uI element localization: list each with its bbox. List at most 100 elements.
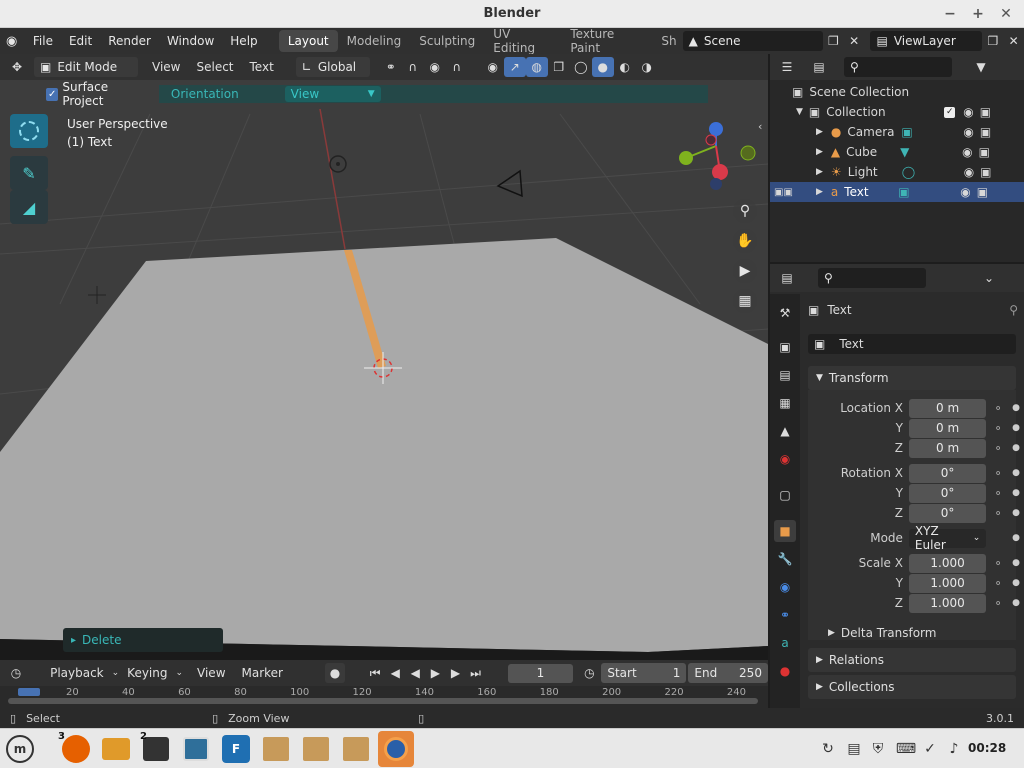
menu-keying[interactable]: Keying: [119, 666, 175, 680]
constraints-tab-icon[interactable]: ⚭: [774, 604, 796, 626]
delete-scene-icon[interactable]: ✕: [844, 31, 865, 51]
tab-shading[interactable]: Sh: [652, 30, 678, 52]
lock-icon[interactable]: ⚬: [990, 467, 1006, 480]
camera-render-icon[interactable]: ▣: [980, 105, 991, 119]
outliner-collection[interactable]: ▼ ▣ Collection ✓ ◉ ▣: [770, 102, 1024, 122]
play-reverse-icon[interactable]: ◀: [405, 663, 425, 683]
terminal-icon[interactable]: 2: [138, 731, 174, 767]
scale-x-field[interactable]: 1.000: [908, 553, 987, 573]
output-tab-icon[interactable]: ▤: [774, 364, 796, 386]
pivot-icon[interactable]: ⚭: [380, 57, 402, 77]
solid-shading-icon[interactable]: ●: [591, 57, 614, 77]
playhead-indicator[interactable]: [18, 688, 40, 696]
proportional-edit-icon[interactable]: ◉: [424, 57, 446, 77]
current-frame-field[interactable]: 1: [507, 663, 574, 683]
xray-icon[interactable]: ❐: [548, 57, 570, 77]
keyframe-dot-icon[interactable]: ●: [1012, 578, 1020, 588]
clipboard-icon[interactable]: ▤: [844, 739, 864, 759]
orientation-dropdown[interactable]: View ▼: [284, 86, 381, 102]
camera-render-icon[interactable]: ▣: [980, 165, 991, 179]
view-layer-tab-icon[interactable]: ▦: [774, 392, 796, 414]
collections-panel-header[interactable]: ▶ Collections: [808, 675, 1016, 699]
delta-transform-subpanel[interactable]: ▶ Delta Transform: [828, 623, 1008, 643]
lock-icon[interactable]: ⚬: [990, 557, 1006, 570]
package-icon-1[interactable]: [258, 731, 294, 767]
tab-texture-paint[interactable]: Texture Paint: [561, 27, 652, 55]
keyboard-icon[interactable]: ⌨: [896, 739, 916, 759]
ortho-grid-icon[interactable]: ▦: [733, 289, 757, 313]
menu-timeline-view[interactable]: View: [189, 666, 233, 680]
shield-icon[interactable]: ⛨: [868, 739, 888, 759]
wireframe-shading-icon[interactable]: ◯: [570, 57, 592, 77]
pan-hand-icon[interactable]: ✋: [733, 229, 757, 253]
outliner-item-cube[interactable]: ▶ ▲ Cube ▼ ◉ ▣: [770, 142, 1024, 162]
new-scene-icon[interactable]: ❐: [823, 31, 844, 51]
menu-view[interactable]: View: [144, 60, 188, 74]
location-z-field[interactable]: 0 m: [908, 438, 987, 458]
firefox-icon[interactable]: 3: [58, 731, 94, 767]
delete-viewlayer-icon[interactable]: ✕: [1003, 31, 1024, 51]
camera-render-icon[interactable]: ▣: [980, 125, 991, 139]
collection-checkbox[interactable]: ✓: [944, 106, 956, 118]
prev-keyframe-icon[interactable]: ◀: [385, 663, 405, 683]
3d-viewport[interactable]: ✥ ▣ Edit Mode View Select Text ∟ Global …: [0, 54, 768, 708]
lock-icon[interactable]: ⚬: [990, 597, 1006, 610]
blender-task-icon[interactable]: [378, 731, 414, 767]
lock-icon[interactable]: ⚬: [990, 507, 1006, 520]
lock-icon[interactable]: ⚬: [990, 577, 1006, 590]
data-tab-icon[interactable]: a: [774, 632, 796, 654]
camera-render-icon[interactable]: ▣: [979, 145, 990, 159]
package-icon-2[interactable]: [298, 731, 334, 767]
collection-tab-icon[interactable]: ▢: [774, 484, 796, 506]
last-operator-panel[interactable]: ▸ Delete: [63, 628, 223, 652]
timeline-scrollbar[interactable]: [8, 698, 758, 704]
select-box-tool[interactable]: [10, 114, 48, 148]
menu-text[interactable]: Text: [242, 60, 282, 74]
tab-modeling[interactable]: Modeling: [338, 30, 411, 52]
menu-window[interactable]: Window: [159, 34, 222, 48]
next-keyframe-icon[interactable]: ▶: [445, 663, 465, 683]
snap-icon[interactable]: ∩: [402, 57, 424, 77]
outliner-search-input[interactable]: ⚲: [844, 57, 952, 77]
expand-icon[interactable]: ▶: [816, 127, 823, 137]
files-icon[interactable]: [98, 731, 134, 767]
start-menu-icon[interactable]: m: [2, 731, 38, 767]
start-frame-field[interactable]: Start 1: [601, 663, 687, 683]
keyframe-dot-icon[interactable]: ●: [1012, 423, 1020, 433]
display-mode-icon[interactable]: ▤: [808, 57, 830, 77]
update-icon[interactable]: ↻: [818, 739, 838, 759]
zoom-icon[interactable]: ⚲: [733, 199, 757, 223]
keyframe-dot-icon[interactable]: ●: [1012, 468, 1020, 478]
tool-tab-icon[interactable]: ⚒: [774, 302, 796, 324]
transform-orientation-selector[interactable]: ∟ Global: [295, 57, 370, 77]
expand-icon[interactable]: ▶: [816, 147, 823, 157]
camera-render-icon[interactable]: ▣: [977, 185, 988, 199]
editor-type-icon[interactable]: ▤: [776, 268, 798, 288]
material-tab-icon[interactable]: ●: [774, 660, 796, 682]
measure-tool[interactable]: ◢: [10, 190, 48, 224]
record-icon[interactable]: ●: [325, 663, 346, 683]
properties-search-input[interactable]: ⚲: [818, 268, 926, 288]
annotate-tool[interactable]: ✎: [10, 156, 48, 190]
menu-file[interactable]: File: [25, 34, 61, 48]
system-monitor-icon[interactable]: [178, 731, 214, 767]
volume-icon[interactable]: ♪: [944, 739, 964, 759]
tab-layout[interactable]: Layout: [278, 30, 338, 52]
minimize-icon[interactable]: −: [940, 4, 960, 24]
mode-selector[interactable]: ▣ Edit Mode: [34, 57, 138, 77]
outliner-item-camera[interactable]: ▶ ● Camera ▣ ◉ ▣: [770, 122, 1024, 142]
outliner-scene-collection[interactable]: ▣ Scene Collection: [770, 82, 1024, 102]
scale-y-field[interactable]: 1.000: [908, 573, 987, 593]
scale-z-field[interactable]: 1.000: [908, 593, 987, 613]
scene-selector[interactable]: ▲ Scene: [682, 31, 823, 51]
surface-project-checkbox[interactable]: ✓: [46, 87, 59, 101]
rendered-shading-icon[interactable]: ◑: [636, 57, 658, 77]
maximize-icon[interactable]: +: [968, 4, 988, 24]
keyframe-dot-icon[interactable]: ●: [1012, 443, 1020, 453]
object-tab-icon[interactable]: ■: [774, 520, 796, 542]
eye-icon[interactable]: ◉: [960, 185, 970, 199]
chevron-down-icon[interactable]: ⌄: [978, 268, 1000, 288]
tab-uv-editing[interactable]: UV Editing: [484, 27, 561, 55]
timeline-ruler[interactable]: 20 40 60 80 100 120 140 160 180 200 220 …: [0, 686, 768, 708]
menu-help[interactable]: Help: [222, 34, 265, 48]
